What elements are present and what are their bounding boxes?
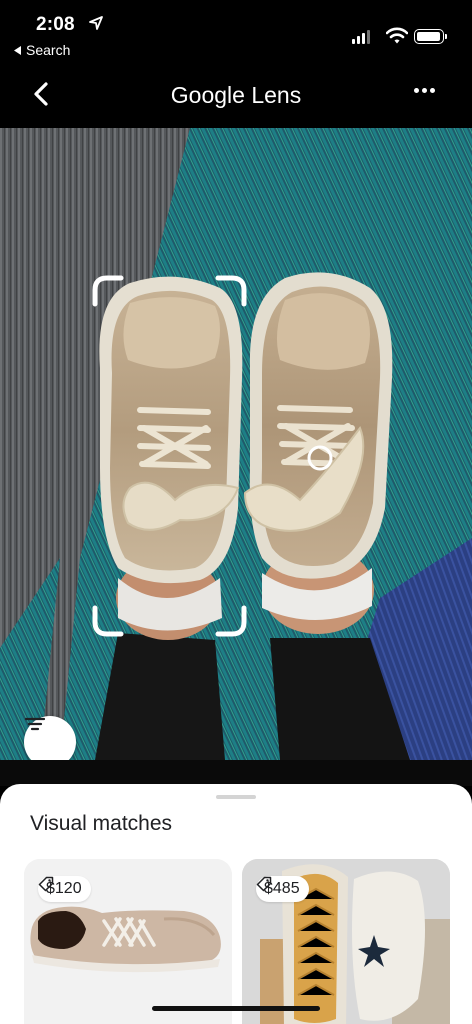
status-bar: 2:08 Search xyxy=(0,0,472,66)
back-to-app-link[interactable]: Search xyxy=(14,42,70,58)
back-triangle-icon xyxy=(14,45,21,55)
more-horizontal-icon[interactable] xyxy=(414,88,435,93)
sheet-backdrop xyxy=(0,760,472,786)
results-sheet[interactable]: Visual matches $120 $485 xyxy=(0,784,472,1024)
sheet-drag-handle[interactable] xyxy=(216,795,256,799)
price-tag-icon xyxy=(256,876,272,892)
wifi-icon xyxy=(386,27,408,44)
image-viewer[interactable] xyxy=(0,128,472,760)
results-heading: Visual matches xyxy=(30,812,173,835)
app-header: Google Lens xyxy=(0,66,472,128)
signal-icon xyxy=(352,30,370,44)
battery-icon xyxy=(414,29,447,44)
page-title: Google Lens xyxy=(170,82,302,108)
price-badge: $120 xyxy=(38,876,91,902)
result-card[interactable]: $120 xyxy=(24,859,232,1024)
filter-button[interactable] xyxy=(24,716,76,760)
filter-icon xyxy=(24,717,46,731)
home-indicator[interactable] xyxy=(152,1006,320,1011)
shoes-photo xyxy=(0,128,472,760)
status-time: 2:08 xyxy=(36,14,75,35)
back-to-app-label: Search xyxy=(26,42,71,58)
location-arrow-icon xyxy=(89,16,103,30)
price-tag-icon xyxy=(38,876,54,892)
result-card[interactable]: $485 xyxy=(242,859,450,1024)
price-badge: $485 xyxy=(256,876,309,902)
